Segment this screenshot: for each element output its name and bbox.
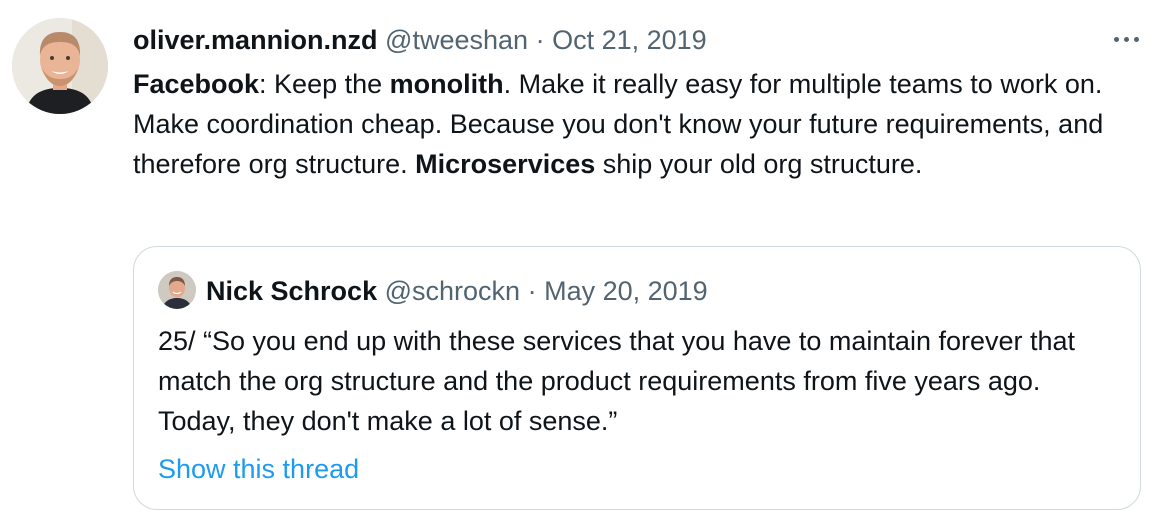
quoted-tweet-date[interactable]: May 20, 2019 [544,276,708,306]
tweet-text-segment: ship your old org structure. [595,149,923,179]
tweet-text-bold: monolith [389,69,504,99]
show-thread-link[interactable]: Show this thread [158,449,359,489]
tweet: oliver.mannion.nzd @tweeshan · Oct 21, 2… [0,0,1164,530]
tweet-date[interactable]: Oct 21, 2019 [552,25,707,55]
quoted-author-avatar-image [158,271,196,309]
author-avatar[interactable] [12,18,108,114]
quoted-header-separator: · [527,276,537,306]
quoted-tweet-header: Nick Schrock @schrockn · May 20, 2019 [206,273,708,309]
tweet-header: oliver.mannion.nzd @tweeshan · Oct 21, 2… [133,22,707,58]
header-separator: · [535,25,545,55]
tweet-text-segment: : Keep the [259,69,390,99]
tweet-text-bold: Microservices [415,149,596,179]
quoted-tweet-text: 25/ “So you end up with these services t… [158,326,1076,436]
quoted-author-avatar[interactable] [158,271,196,309]
quoted-tweet[interactable]: Nick Schrock @schrockn · May 20, 2019 25… [133,246,1141,510]
quoted-author-display-name[interactable]: Nick Schrock [206,276,377,306]
more-horizontal-icon[interactable] [1106,24,1148,54]
more-dot [1114,37,1119,42]
quoted-author-handle[interactable]: @schrockn [385,276,520,306]
author-display-name[interactable]: oliver.mannion.nzd [133,25,378,55]
more-dot [1134,37,1139,42]
author-avatar-image [12,18,108,114]
tweet-text: Facebook: Keep the monolith. Make it rea… [133,64,1143,184]
author-handle[interactable]: @tweeshan [385,25,528,55]
more-dot [1124,37,1129,42]
tweet-text-bold: Facebook [133,69,260,99]
